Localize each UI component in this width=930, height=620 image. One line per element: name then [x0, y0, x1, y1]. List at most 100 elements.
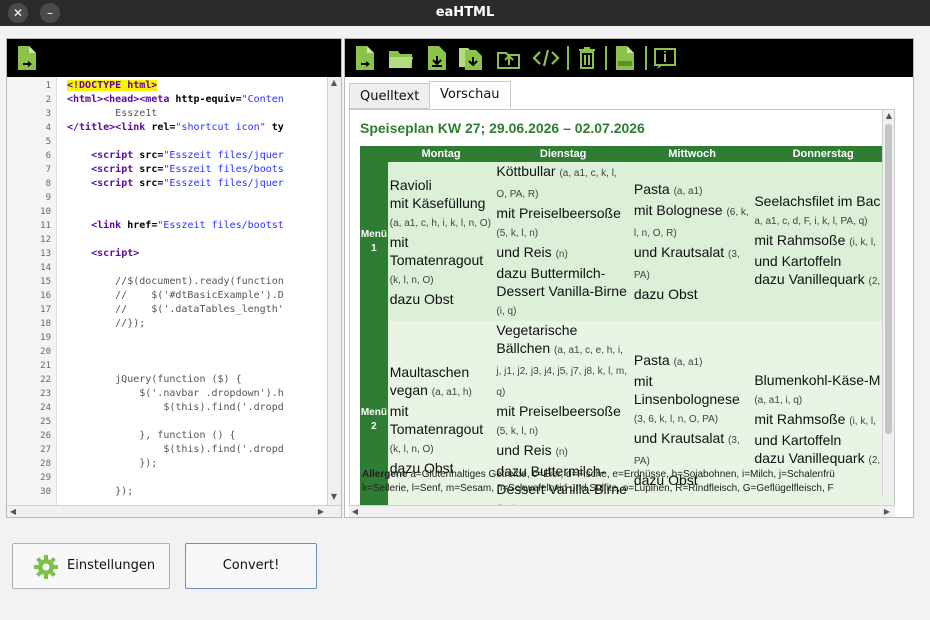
preview-horizontal-scrollbar[interactable]: ◀ ▶ [349, 505, 895, 517]
column-header: Donnerstag [752, 146, 894, 162]
dish-text: dazu Obst [633, 286, 698, 302]
allergen-codes: (2, [868, 276, 881, 287]
allergen-label: Allergene [362, 469, 408, 480]
code-line: }, function () { [67, 430, 236, 441]
dish-text: mit Bolognese [633, 202, 723, 218]
code-line: // $('.dataTables_length' [67, 304, 284, 315]
allergen-line: a=Glutenhaltiges Getreide, c=Eier, d=Fis… [410, 469, 835, 480]
scroll-left-icon[interactable]: ◀ [7, 506, 19, 518]
scroll-right-icon[interactable]: ▶ [881, 506, 893, 518]
editor-horizontal-scrollbar[interactable]: ◀ ▶ [7, 505, 341, 517]
line-number: 3 [45, 109, 51, 119]
dish-line: und Reis (n) [496, 243, 629, 264]
code-line: // $('#dtBasicExample').D [67, 290, 284, 301]
dish-text: mit Käsefüllung [389, 194, 486, 211]
save-as-icon[interactable] [457, 45, 485, 71]
tab-quelltext[interactable]: Quelltext [349, 83, 431, 109]
scroll-left-icon[interactable]: ◀ [349, 506, 361, 518]
dish-line: Köttbullar (a, a1, c, k, l, O, PA, R) [496, 162, 629, 204]
dish-line: mit Rahmsoße (i, k, l, [754, 231, 892, 252]
dish-text: Seelachsfilet im Bac [754, 193, 881, 209]
dish-text: Köttbullar [496, 163, 556, 179]
line-number-gutter: 1 2 3 4 5 6 7 8 9 10 11 12 13 14 15 16 17 18 19 20 21 22 23 24 2… [7, 77, 57, 505]
code-line: }); [67, 458, 158, 469]
export-icon[interactable] [495, 45, 523, 71]
allergen-codes: (3, 6, k, l, n, O, PA) [633, 414, 719, 425]
dish-text: mit Rahmsoße [754, 410, 846, 427]
allergen-codes: (n) [555, 447, 568, 458]
code-icon[interactable] [531, 45, 561, 71]
window-title: eaHTML [435, 5, 495, 20]
line-number: 25 [40, 417, 51, 427]
dish-text: dazu Vanillequark [754, 449, 865, 466]
dish-line: dazu Obst [390, 290, 493, 308]
dish-line: Maultaschen vegan (a, a1, h) [390, 363, 493, 402]
scroll-right-icon[interactable]: ▶ [315, 506, 327, 518]
scroll-up-icon[interactable]: ▲ [883, 110, 894, 122]
code-line: <script> [91, 248, 140, 259]
save-icon[interactable] [425, 45, 449, 71]
dish-text: und Krautsalat [633, 430, 725, 446]
editor-vertical-scrollbar[interactable]: ▲ ▼ [327, 77, 341, 505]
dish-text: mit Linsenbolognese [633, 373, 740, 407]
line-number: 23 [40, 389, 51, 399]
code-line: </title><link rel="shortcut icon" ty [67, 122, 284, 133]
allergen-codes: (2, [868, 454, 881, 466]
code-line: <script src="Esszeit files/jquer [91, 178, 284, 189]
new-file-icon[interactable] [353, 45, 377, 71]
line-number: 10 [40, 207, 51, 217]
dish-text: Ravioli [389, 176, 432, 193]
convert-button[interactable]: Convert! [185, 543, 317, 589]
row-header-label: Menü [360, 407, 387, 418]
dish-line: Pasta (a, a1) [634, 351, 750, 372]
page-title: Speiseplan KW 27; 29.06.2026 – 02.07.202… [360, 120, 645, 136]
menu-cell: Ravioli mit Käsefüllung (a, a1, c, h, i, … [387, 162, 495, 321]
dish-text: mit Tomatenragout [389, 403, 484, 437]
code-line: Essze1t [115, 108, 158, 119]
toolbar-separator [605, 46, 607, 70]
source-panel: 1 2 3 4 5 6 7 8 9 10 11 12 13 14 15 16 17 18 19 20 21 22 23 24 2… [6, 38, 342, 518]
info-icon[interactable] [653, 45, 677, 71]
allergen-codes: (i, k, l, [849, 415, 876, 427]
code-line: //$(document).ready(function [67, 276, 284, 287]
html-file-icon[interactable] [613, 45, 637, 71]
scroll-down-icon[interactable]: ▼ [328, 491, 340, 503]
delete-icon[interactable] [575, 45, 599, 71]
settings-button[interactable]: Einstellungen [12, 543, 170, 589]
code-line: $('.navbar .dropdown').h [67, 388, 284, 399]
allergen-codes: (a, a1, c, h, i, k, l, n, O) [389, 217, 491, 229]
open-folder-icon[interactable] [387, 45, 415, 71]
line-number: 18 [40, 319, 51, 329]
line-number: 13 [40, 249, 51, 259]
code-line: <script src="Esszeit files/boots [91, 164, 284, 175]
left-toolbar [7, 39, 341, 77]
dish-text: Pasta [633, 352, 670, 368]
toolbar-separator [567, 46, 569, 70]
code-line: <script src="Esszeit files/jquer [91, 150, 284, 161]
allergen-codes: (5, k, l, n) [496, 426, 539, 437]
line-number: 16 [40, 291, 51, 301]
preview-panel: Quelltext Vorschau Speiseplan KW 27; 29.… [344, 38, 914, 518]
scroll-up-icon[interactable]: ▲ [328, 77, 340, 89]
dish-text: und Kartoffeln [754, 253, 842, 269]
menu-cell: Pasta (a, a1) mit Bolognese (6, k, l, n, … [631, 162, 753, 321]
line-number: 15 [40, 277, 51, 287]
html-preview: Speiseplan KW 27; 29.06.2026 – 02.07.202… [349, 109, 895, 507]
new-file-icon[interactable] [15, 45, 39, 71]
dish-line: und Krautsalat (3, PA) [634, 429, 750, 471]
allergen-codes: (i, q) [496, 306, 517, 317]
code-editor[interactable]: 1 2 3 4 5 6 7 8 9 10 11 12 13 14 15 16 17 18 19 20 21 22 23 24 2… [7, 77, 341, 505]
table-row: Menü 1 Ravioli mit Käsefüllung (a, a1, c, h… [360, 162, 894, 321]
scrollbar-thumb[interactable] [885, 124, 892, 434]
line-number: 12 [40, 235, 51, 245]
tab-vorschau[interactable]: Vorschau [429, 81, 511, 109]
line-number: 5 [45, 137, 51, 147]
line-number: 30 [40, 487, 51, 497]
line-number: 24 [40, 403, 51, 413]
column-header: Dienstag [494, 146, 632, 162]
allergen-codes: (a, a1) [673, 186, 703, 197]
dish-text: mit Preiselbeersoße [496, 403, 621, 419]
dish-text: und Reis [496, 244, 552, 260]
line-number: 21 [40, 361, 51, 371]
preview-vertical-scrollbar[interactable]: ▲ [882, 110, 894, 496]
